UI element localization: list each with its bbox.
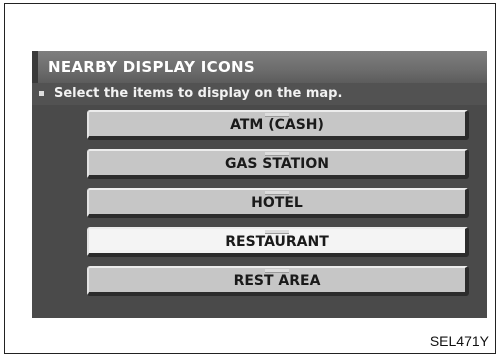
figure-code: SEL471Y — [429, 333, 489, 349]
button-label: GAS STATION — [225, 156, 329, 172]
gas-station-button[interactable]: GAS STATION — [87, 149, 469, 179]
bullet-icon — [39, 91, 44, 96]
screen-title: NEARBY DISPLAY ICONS — [48, 58, 255, 76]
hotel-button[interactable]: HOTEL — [87, 188, 469, 218]
atm-cash-button[interactable]: ATM (CASH) — [87, 110, 469, 140]
figure-frame: NEARBY DISPLAY ICONS Select the items to… — [4, 3, 496, 354]
title-bar: NEARBY DISPLAY ICONS — [32, 51, 487, 83]
instruction-bar: Select the items to display on the map. — [32, 83, 487, 105]
instruction-text: Select the items to display on the map. — [54, 86, 343, 101]
button-label: ATM (CASH) — [230, 117, 324, 133]
button-label: RESTAURANT — [225, 234, 329, 250]
button-label: HOTEL — [251, 195, 303, 211]
restaurant-button[interactable]: RESTAURANT — [87, 227, 469, 257]
button-label: REST AREA — [233, 273, 321, 289]
nav-screen: NEARBY DISPLAY ICONS Select the items to… — [32, 51, 487, 318]
rest-area-button[interactable]: REST AREA — [87, 266, 469, 296]
